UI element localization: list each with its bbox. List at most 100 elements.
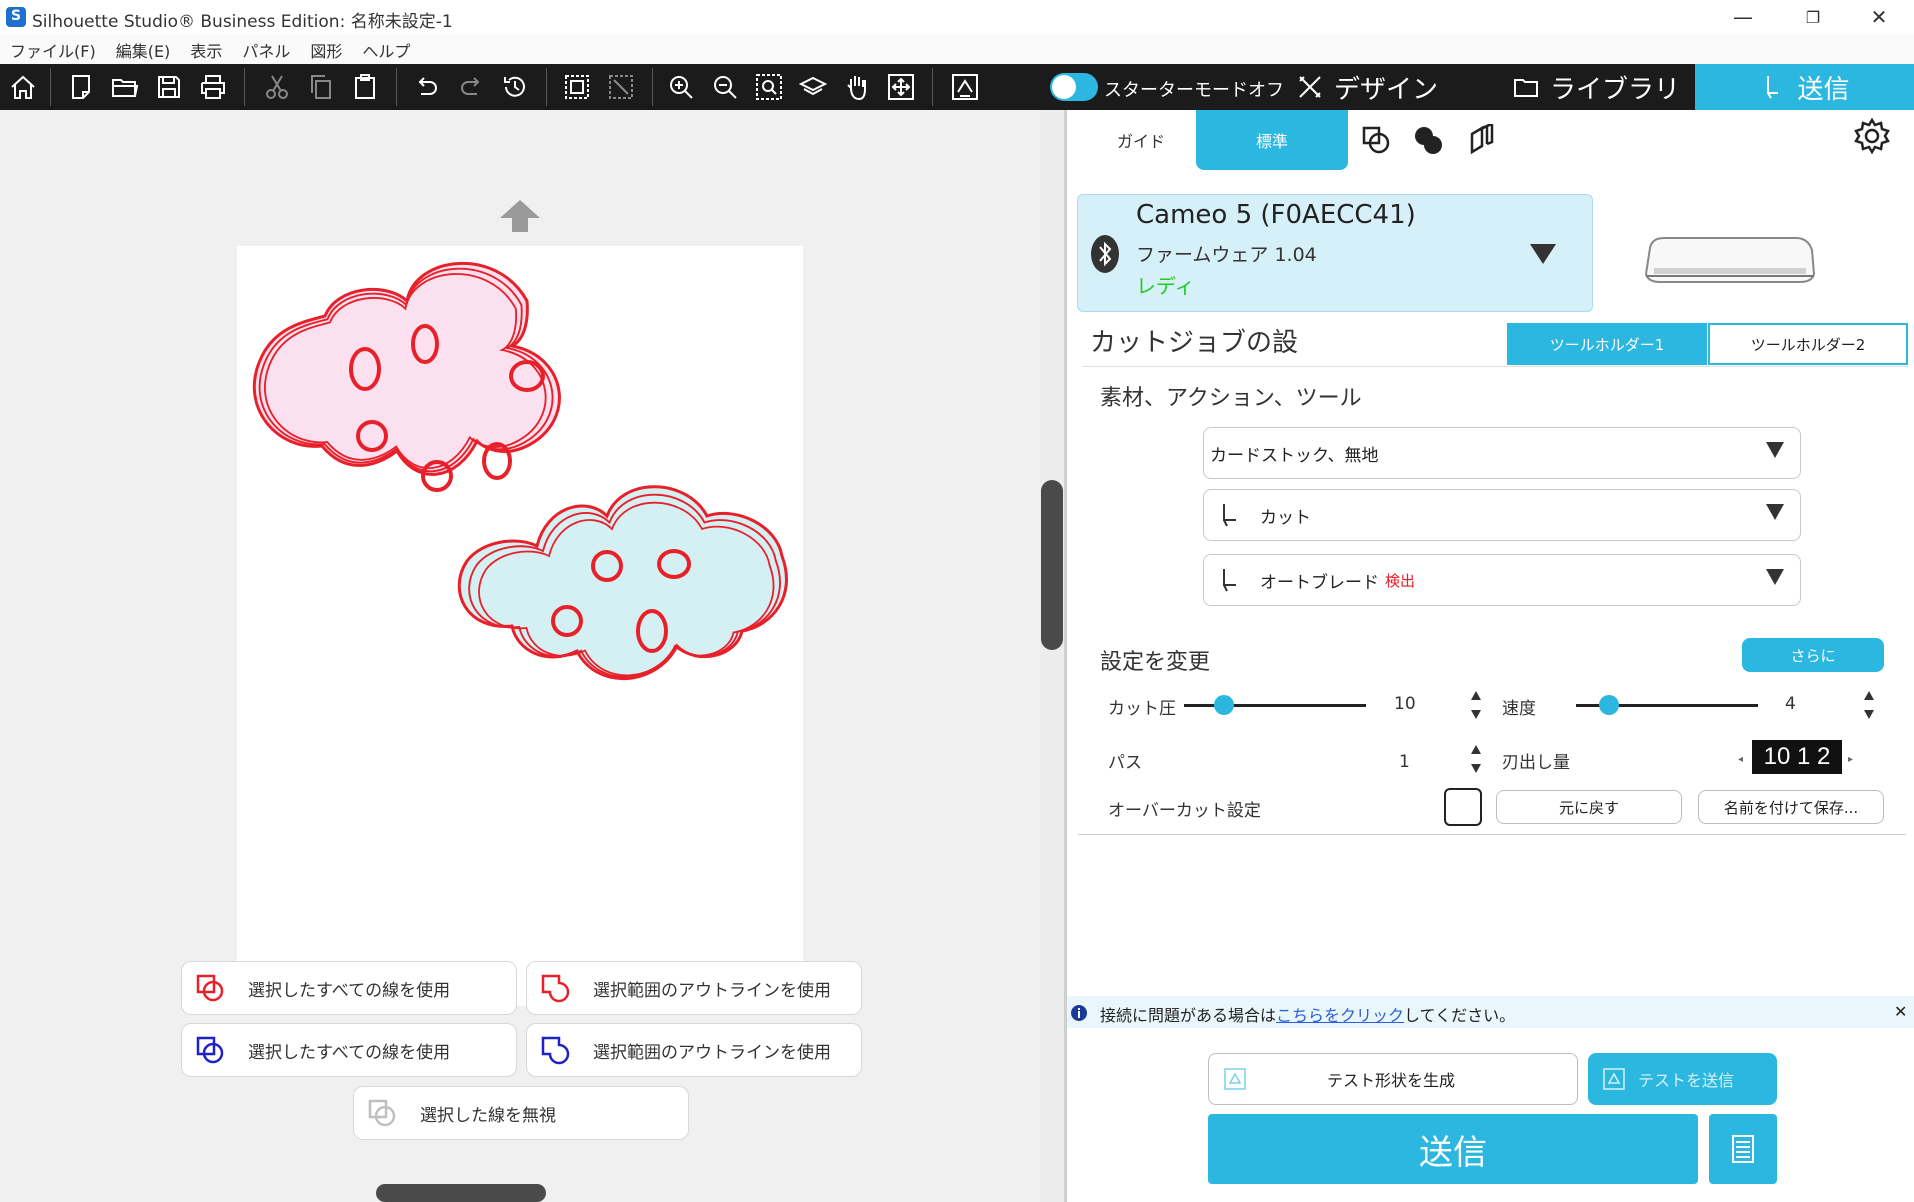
tool-holder-1-tab[interactable]: ツールホルダー1 (1507, 323, 1707, 365)
use-all-lines-blue-label: 選択したすべての線を使用 (248, 1042, 451, 1063)
info-link[interactable]: こちらをクリック (1276, 1006, 1404, 1025)
horizontal-scroll-thumb[interactable] (376, 1184, 546, 1202)
save-icon[interactable] (148, 66, 190, 108)
passes-label: パス (1108, 753, 1142, 773)
redo-icon[interactable] (450, 66, 492, 108)
page-up-arrow-icon[interactable] (498, 198, 542, 234)
tab-send[interactable]: 送信 (1695, 64, 1914, 110)
paste-icon[interactable] (344, 66, 386, 108)
reset-button[interactable]: 元に戻す (1496, 790, 1682, 824)
menu-help[interactable]: ヘルプ (352, 34, 420, 64)
save-as-button[interactable]: 名前を付けて保存... (1698, 790, 1884, 824)
copy-icon[interactable] (300, 66, 342, 108)
tab-design-label: デザイン (1334, 74, 1439, 105)
menu-view[interactable]: 表示 (180, 34, 232, 64)
close-button[interactable]: ✕ (1844, 0, 1914, 34)
canvas-vertical-scrollbar[interactable] (1040, 110, 1064, 1202)
blade-depth-left-arrow-icon[interactable]: ◂ (1738, 754, 1743, 765)
overlap-blue-icon (196, 1036, 224, 1064)
use-all-lines-red-button[interactable]: 選択したすべての線を使用 (181, 961, 517, 1015)
subtab-fill-icon[interactable] (1412, 124, 1444, 156)
starter-mode-label: スターターモードオフ (1104, 80, 1284, 101)
triangle-box-icon (1603, 1068, 1625, 1090)
device-name: Cameo 5 (F0AECC41) (1136, 200, 1416, 230)
speed-stepper-icon[interactable] (1862, 688, 1876, 722)
tool-holder-2-tab[interactable]: ツールホルダー2 (1708, 323, 1908, 365)
select-group-icon[interactable] (556, 66, 598, 108)
force-stepper-icon[interactable] (1469, 688, 1483, 722)
menu-file[interactable]: ファイル(F) (0, 34, 106, 64)
print-icon[interactable] (192, 66, 234, 108)
history-icon[interactable] (494, 66, 536, 108)
device-dropdown-arrow-icon[interactable] (1530, 244, 1556, 264)
new-page-icon[interactable] (60, 66, 102, 108)
use-all-lines-blue-button[interactable]: 選択したすべての線を使用 (181, 1023, 517, 1077)
app-logo-icon (6, 7, 26, 27)
chevron-down-icon (1766, 569, 1784, 585)
zoom-box-icon[interactable] (792, 66, 834, 108)
tool-dropdown[interactable]: オートブレード 検出 (1203, 554, 1801, 606)
send-button[interactable]: 送信 (1208, 1114, 1698, 1184)
subtab-line-icon[interactable] (1360, 124, 1392, 156)
bluetooth-icon (1091, 235, 1119, 273)
outline-red-icon (541, 974, 570, 1003)
deselect-icon[interactable] (600, 66, 642, 108)
settings-gear-icon[interactable] (1852, 116, 1892, 156)
menu-edit[interactable]: 編集(E) (106, 34, 181, 64)
force-slider-knob[interactable] (1214, 695, 1235, 715)
zoom-in-icon[interactable] (660, 66, 702, 108)
force-slider-track[interactable] (1184, 704, 1366, 707)
tab-library[interactable]: ライブラリ (1512, 64, 1680, 110)
info-icon (1071, 1005, 1087, 1021)
speed-slider-knob[interactable] (1598, 695, 1619, 715)
cloud-pink[interactable] (252, 262, 561, 492)
blade-icon (1223, 504, 1236, 527)
subtab-guide[interactable]: ガイド (1100, 110, 1182, 170)
window-title: Silhouette Studio® Business Edition: 名称未… (32, 12, 453, 32)
tool-detect-badge: 検出 (1385, 571, 1416, 590)
home-icon[interactable] (2, 66, 44, 108)
send-test-button[interactable]: テストを送信 (1588, 1053, 1777, 1105)
material-dropdown[interactable]: カードストック、無地 (1203, 427, 1801, 479)
pan-hand-icon[interactable] (836, 66, 878, 108)
fit-page-icon[interactable] (880, 66, 922, 108)
outline-blue-icon (541, 1036, 570, 1065)
generate-test-button[interactable]: テスト形状を生成 (1208, 1053, 1578, 1105)
tab-library-label: ライブラリ (1550, 74, 1681, 105)
tool-value: オートブレード (1260, 572, 1379, 593)
vertical-scroll-thumb[interactable] (1041, 480, 1063, 650)
use-outline-blue-button[interactable]: 選択範囲のアウトラインを使用 (526, 1023, 862, 1077)
generate-test-label: テスト形状を生成 (1327, 1071, 1456, 1090)
blade-depth-dial[interactable]: 10 1 2 (1752, 740, 1842, 774)
menu-shape[interactable]: 図形 (300, 34, 352, 64)
subtab-standard[interactable]: 標準 (1196, 110, 1348, 170)
minimize-button[interactable]: — (1708, 0, 1778, 34)
use-outline-red-button[interactable]: 選択範囲のアウトラインを使用 (526, 961, 862, 1015)
blade-icon (1767, 76, 1779, 99)
restore-button[interactable]: ❐ (1778, 0, 1848, 34)
zoom-out-icon[interactable] (704, 66, 746, 108)
overcut-checkbox[interactable] (1444, 788, 1482, 826)
undo-icon[interactable] (406, 66, 448, 108)
zoom-fit-icon[interactable] (748, 66, 790, 108)
subtab-layer-icon[interactable] (1466, 124, 1498, 156)
action-dropdown[interactable]: カット (1203, 489, 1801, 541)
info-close-button[interactable]: ✕ (1894, 1002, 1907, 1021)
speed-value: 4 (1785, 694, 1796, 714)
ignore-lines-button[interactable]: 選択した線を無視 (353, 1086, 689, 1140)
blade-depth-label: 刃出し量 (1502, 753, 1570, 773)
cloud-blue[interactable] (457, 485, 788, 681)
menu-panel[interactable]: パネル (232, 34, 300, 64)
cut-icon[interactable] (256, 66, 298, 108)
send-options-button[interactable] (1709, 1114, 1777, 1184)
tab-design[interactable]: デザイン (1296, 64, 1438, 110)
trace-icon[interactable] (944, 66, 986, 108)
force-label: カット圧 (1108, 699, 1176, 719)
design-shapes[interactable] (237, 246, 803, 1006)
starter-mode-toggle[interactable] (1050, 73, 1098, 101)
force-value: 10 (1394, 694, 1416, 714)
passes-stepper-icon[interactable] (1469, 742, 1483, 776)
open-folder-icon[interactable] (104, 66, 146, 108)
blade-depth-right-arrow-icon[interactable]: ▸ (1848, 754, 1853, 765)
more-button[interactable]: さらに (1742, 638, 1884, 672)
